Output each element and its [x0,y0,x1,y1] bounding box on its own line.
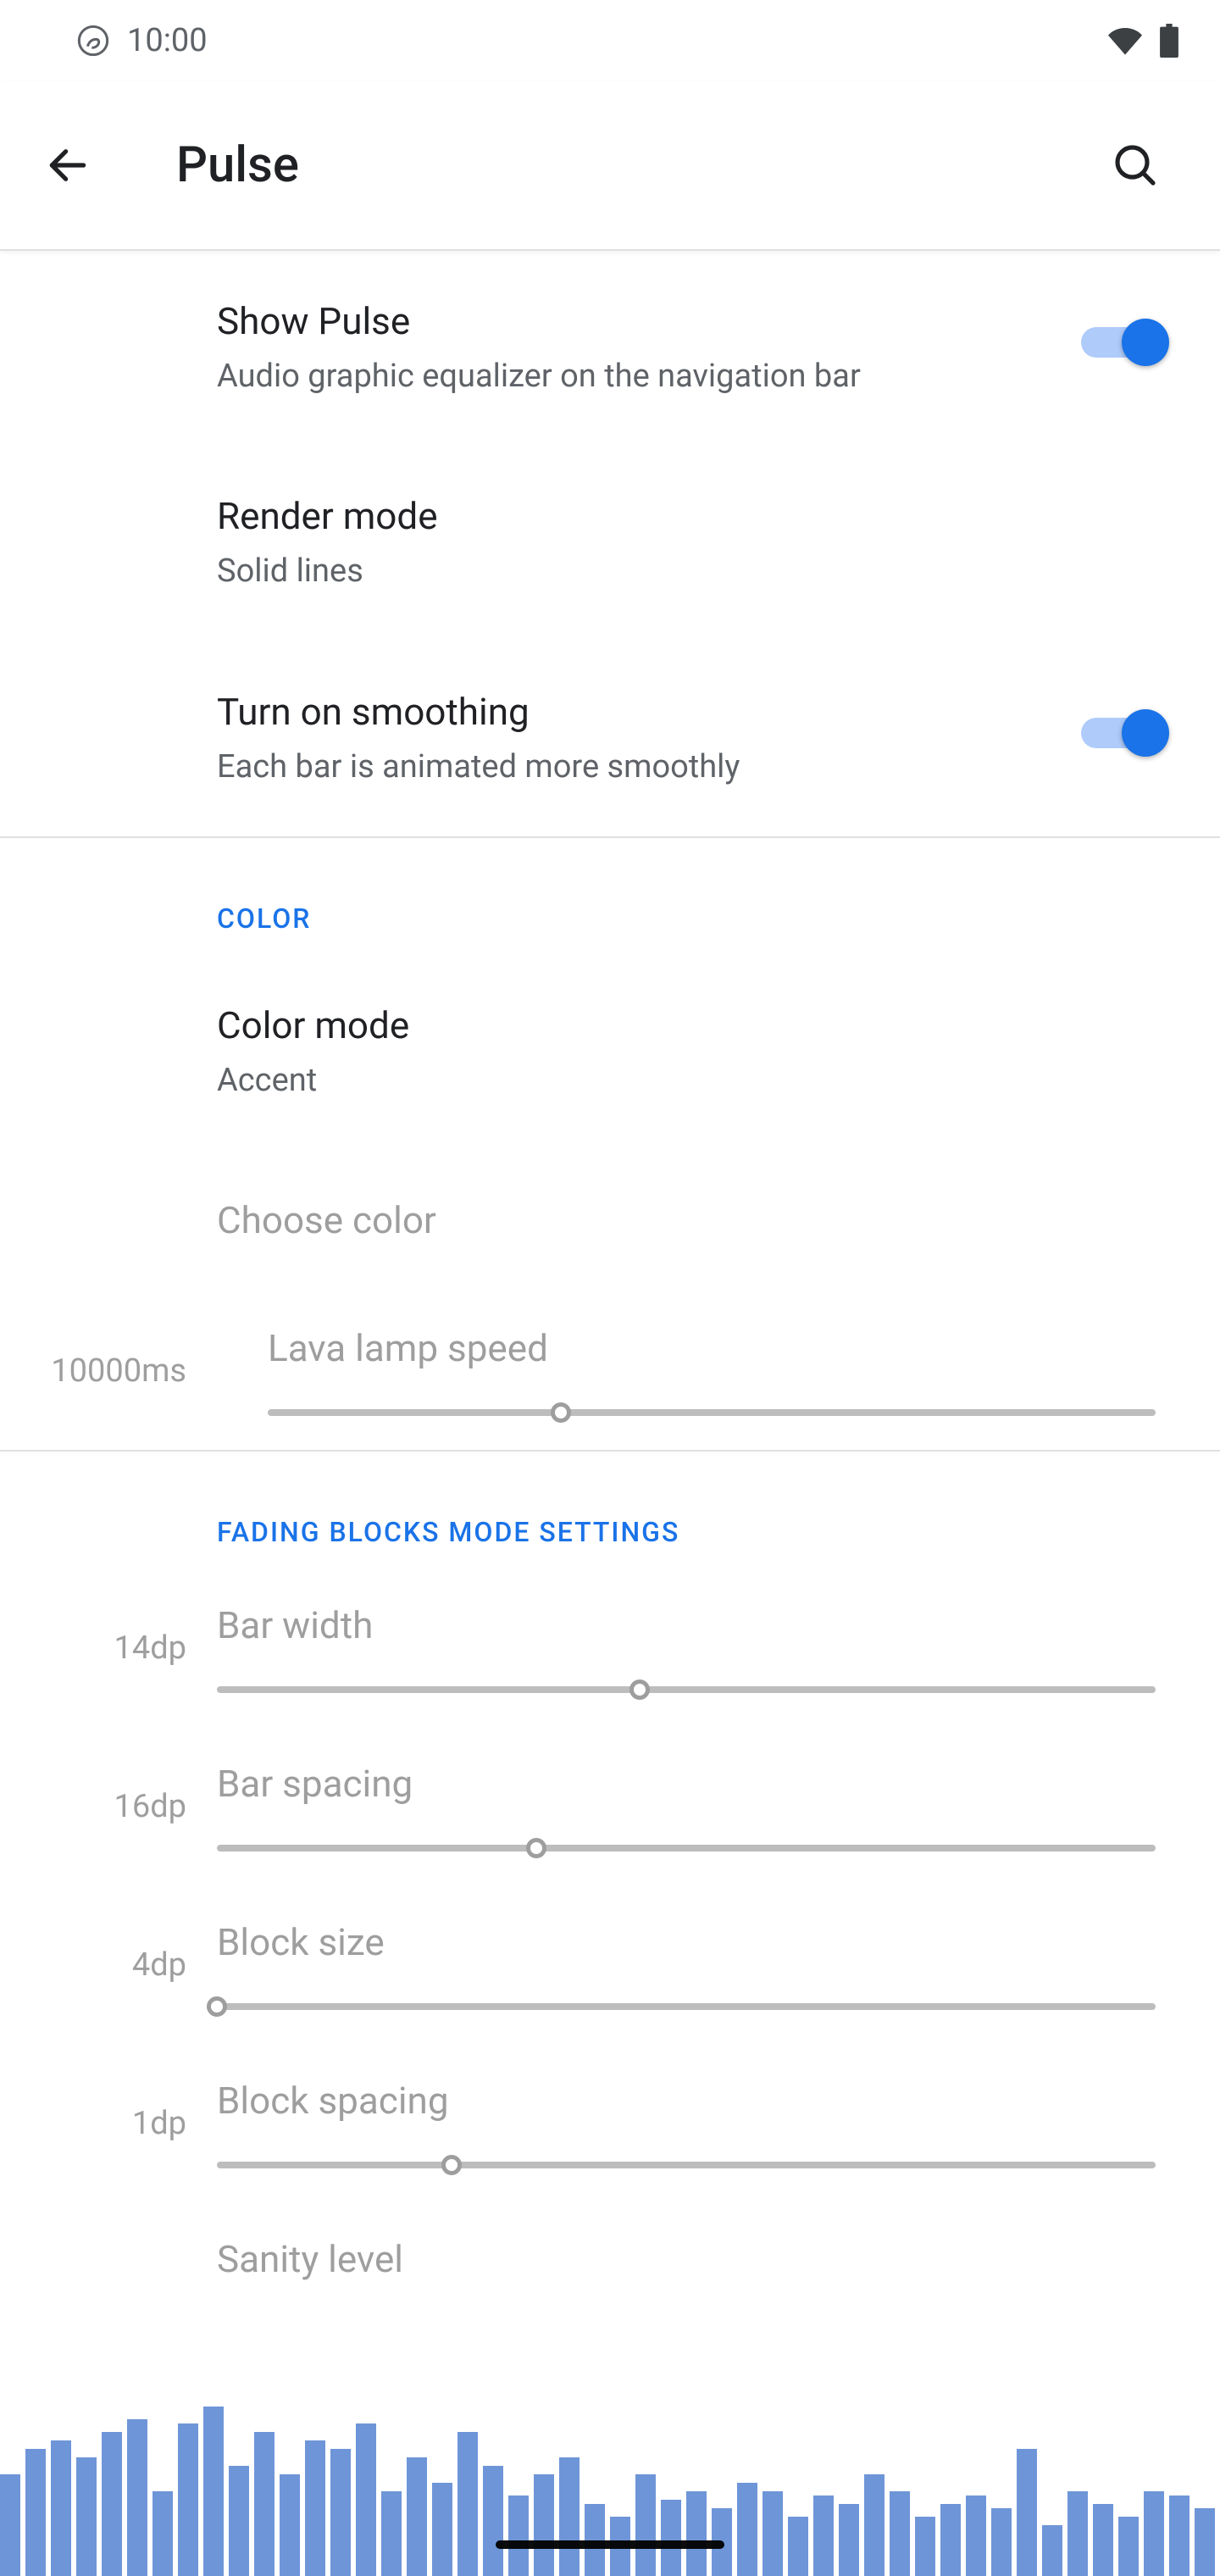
setting-title: Turn on smoothing [217,689,1035,736]
setting-sanity-level: Sanity level [0,2202,1220,2317]
switch-show-pulse[interactable] [1069,315,1164,369]
slider-value: 16dp [34,1788,186,1825]
switch-smoothing[interactable] [1069,706,1164,760]
section-header-color: Color [0,838,1220,955]
search-button[interactable] [1095,142,1176,189]
setting-title: Show Pulse [217,298,1035,345]
status-time: 10:00 [127,22,208,59]
slider-value: 10000ms [34,1352,186,1390]
setting-title: Lava lamp speed [268,1325,1156,1372]
setting-smoothing[interactable]: Turn on smoothing Each bar is animated m… [0,641,1220,838]
slider-block-spacing [217,2162,1156,2168]
slider-bar-width [217,1686,1156,1693]
search-icon [1112,142,1159,189]
slider-value: 1dp [34,2105,186,2142]
slider-value: 14dp [34,1629,186,1667]
setting-block-size: 4dp Block size [0,1885,1220,2044]
battery-icon [1159,24,1179,58]
setting-choose-color: Choose color [0,1150,1220,1291]
setting-title: Render mode [217,493,1139,540]
setting-color-mode[interactable]: Color mode Accent [0,955,1220,1150]
setting-title: Color mode [217,1002,1139,1049]
setting-title: Bar spacing [217,1761,1156,1807]
setting-title: Choose color [217,1197,1139,1244]
slider-bar-spacing [217,1845,1156,1852]
setting-title: Block size [217,1919,1156,1966]
setting-subtitle: Each bar is animated more smoothly [217,746,1035,789]
setting-subtitle: Audio graphic equalizer on the navigatio… [217,355,1035,398]
section-header-fading: Fading blocks mode settings [0,1452,1220,1568]
setting-block-spacing: 1dp Block spacing [0,2044,1220,2202]
setting-bar-width: 14dp Bar width [0,1568,1220,1727]
os-icon [76,24,110,58]
setting-show-pulse[interactable]: Show Pulse Audio graphic equalizer on th… [0,251,1220,446]
slider-lava-lamp [268,1409,1156,1416]
page-title: Pulse [176,136,1095,194]
setting-render-mode[interactable]: Render mode Solid lines [0,446,1220,641]
back-button[interactable] [44,142,125,189]
slider-block-size [217,2003,1156,2010]
nav-handle[interactable] [496,2540,724,2549]
setting-title: Bar width [217,1602,1156,1649]
slider-value: 4dp [34,1946,186,1984]
setting-value: Accent [217,1059,1139,1102]
setting-lava-lamp-speed: 10000ms Lava lamp speed [0,1291,1220,1452]
wifi-icon [1108,24,1142,58]
setting-title: Block spacing [217,2078,1156,2124]
setting-title: Sanity level [217,2236,1156,2283]
app-bar: Pulse [0,81,1220,251]
setting-value: Solid lines [217,550,1139,593]
setting-bar-spacing: 16dp Bar spacing [0,1727,1220,1885]
